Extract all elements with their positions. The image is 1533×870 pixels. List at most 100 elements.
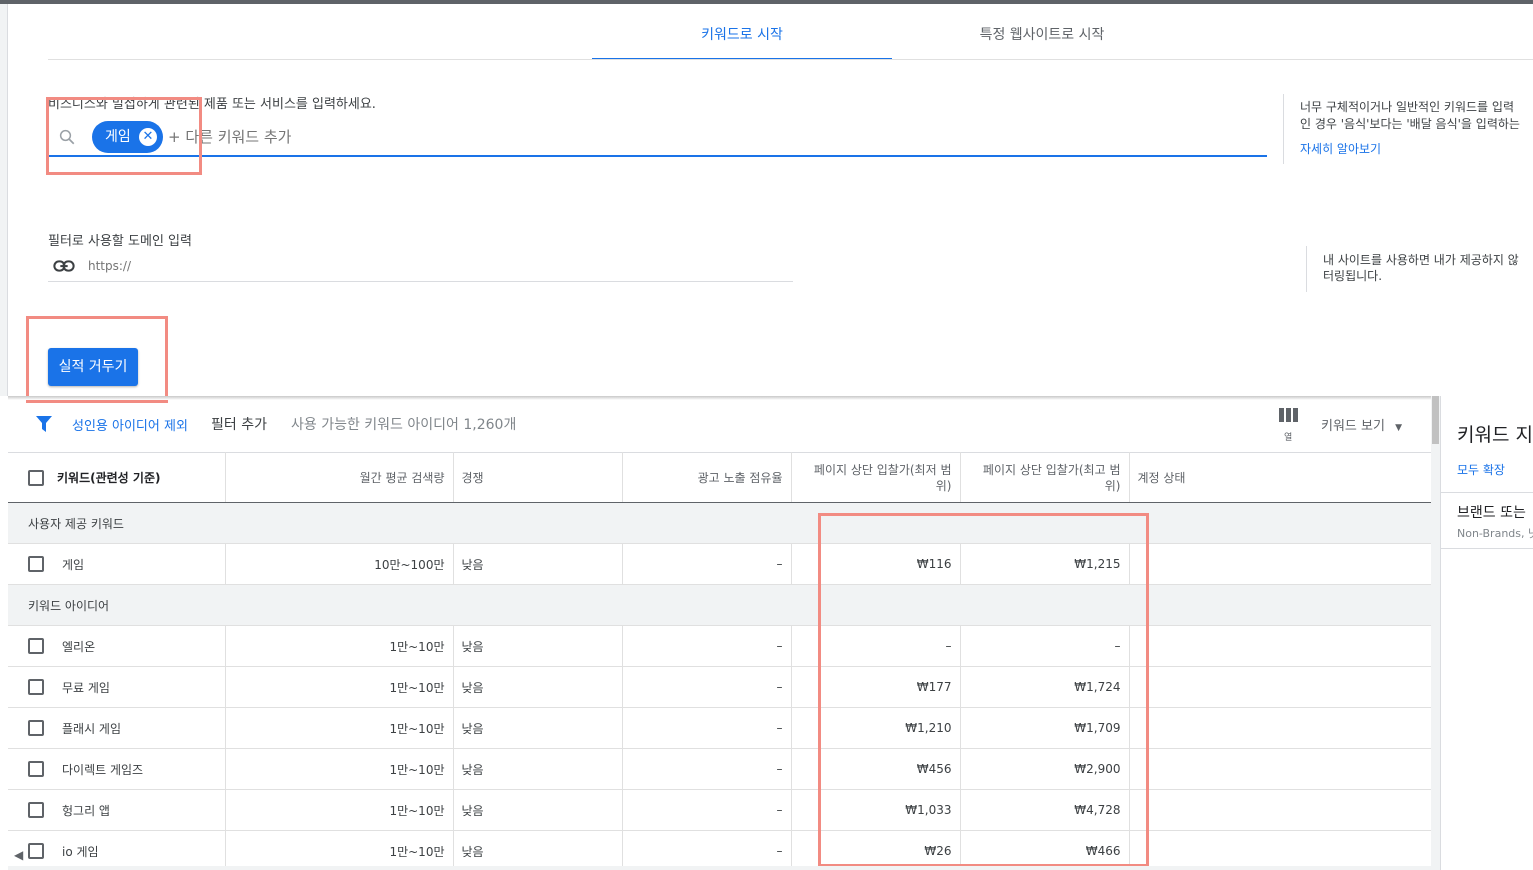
- table-row: 무료 게임 1만~10만 낮음 – ₩177 ₩1,724: [8, 666, 1432, 708]
- volume-cell: 1만~10만: [225, 707, 454, 749]
- group-label: 키워드 아이디어: [8, 584, 1431, 626]
- share-cell: –: [622, 748, 792, 790]
- status-cell: [1129, 707, 1432, 749]
- horizontal-scrollbar[interactable]: [8, 866, 1433, 870]
- status-cell: [1129, 543, 1432, 585]
- filter-icon[interactable]: [36, 416, 52, 432]
- highlight-bid-columns-box: [818, 513, 1149, 867]
- competition-cell: 낮음: [453, 625, 623, 667]
- learn-more-link[interactable]: 자세히 알아보기: [1300, 140, 1381, 157]
- keyword-table: 키워드(관련성 기준) 월간 평균 검색량 경쟁 광고 노출 점유율 페이지 상…: [8, 452, 1432, 870]
- volume-cell: 1만~10만: [225, 748, 454, 790]
- keyword-cell: 무료 게임: [62, 680, 110, 695]
- row-checkbox[interactable]: [28, 843, 44, 859]
- volume-cell: 10만~100만: [225, 543, 454, 585]
- keyword-cell: 헝그리 앱: [62, 803, 110, 818]
- share-cell: –: [622, 666, 792, 708]
- competition-cell: 낮음: [453, 789, 623, 831]
- share-cell: –: [622, 830, 792, 870]
- header-competition[interactable]: 경쟁: [453, 452, 623, 503]
- share-cell: –: [622, 789, 792, 831]
- row-checkbox[interactable]: [28, 638, 44, 654]
- right-panel-title: 키워드 지: [1457, 424, 1533, 446]
- domain-hint-line1: 내 사이트를 사용하면 내가 제공하지 않: [1323, 253, 1519, 267]
- volume-cell: 1만~10만: [225, 830, 454, 870]
- table-row: 헝그리 앱 1만~10만 낮음 – ₩1,033 ₩4,728: [8, 789, 1432, 831]
- row-checkbox[interactable]: [28, 679, 44, 695]
- status-cell: [1129, 830, 1432, 870]
- keyword-cell: 엘리온: [62, 639, 96, 654]
- share-cell: –: [622, 707, 792, 749]
- group-row-keyword-ideas: 키워드 아이디어: [8, 584, 1431, 626]
- volume-cell: 1만~10만: [225, 666, 454, 708]
- chevron-down-icon: ▼: [1395, 423, 1402, 433]
- row-checkbox[interactable]: [28, 720, 44, 736]
- status-cell: [1129, 789, 1432, 831]
- keyword-hint-line2: 인 경우 '음식'보다는 '배달 음식'을 입력하는: [1300, 117, 1520, 131]
- columns-label: 열: [1284, 433, 1293, 443]
- table-row: 플래시 게임 1만~10만 낮음 – ₩1,210 ₩1,709: [8, 707, 1432, 749]
- table-header-row: 키워드(관련성 기준) 월간 평균 검색량 경쟁 광고 노출 점유율 페이지 상…: [8, 452, 1432, 503]
- header-keyword-label: 키워드(관련성 기준): [57, 470, 161, 485]
- right-panel-divider: [1441, 492, 1533, 493]
- status-cell: [1129, 625, 1432, 667]
- header-bid-high[interactable]: 페이지 상단 입찰가(최고 범위): [960, 452, 1130, 503]
- competition-cell: 낮음: [453, 707, 623, 749]
- header-volume[interactable]: 월간 평균 검색량: [225, 452, 454, 503]
- group-row-user-keywords: 사용자 제공 키워드: [8, 502, 1431, 544]
- domain-label: 필터로 사용할 도메인 입력: [48, 234, 192, 249]
- select-all-checkbox[interactable]: [28, 469, 44, 486]
- tab-website[interactable]: 특정 웹사이트로 시작: [892, 22, 1192, 60]
- domain-hint-divider: [1306, 246, 1307, 292]
- status-cell: [1129, 666, 1432, 708]
- table-row: 게임 10만~100만 낮음 – ₩116 ₩1,215: [8, 543, 1432, 585]
- domain-input[interactable]: [88, 257, 388, 275]
- keyword-input-underline: [48, 155, 1267, 157]
- window-top-bar: [0, 0, 1533, 4]
- share-cell: –: [622, 543, 792, 585]
- domain-hint-line2: 터링됩니다.: [1323, 269, 1383, 283]
- header-account-status[interactable]: 계정 상태: [1129, 452, 1432, 503]
- add-keyword-input[interactable]: [168, 126, 568, 148]
- brand-filter-title[interactable]: 브랜드 또는: [1457, 502, 1526, 522]
- header-impression-share[interactable]: 광고 노출 점유율: [622, 452, 792, 503]
- active-filter-adult[interactable]: 성인용 아이디어 제외: [72, 415, 188, 434]
- columns-icon[interactable]: [1279, 408, 1298, 422]
- left-edge: [0, 4, 8, 396]
- keyword-view-label: 키워드 보기: [1321, 419, 1385, 434]
- link-icon: [53, 260, 75, 272]
- keyword-hint-line1: 너무 구체적이거나 일반적인 키워드를 입력: [1300, 100, 1514, 114]
- keyword-cell: 플래시 게임: [62, 721, 122, 736]
- volume-cell: 1만~10만: [225, 625, 454, 667]
- row-checkbox[interactable]: [28, 802, 44, 818]
- right-panel-divider: [1441, 548, 1533, 549]
- vertical-scrollbar[interactable]: [1431, 396, 1440, 870]
- table-row: io 게임 1만~10만 낮음 – ₩26 ₩466: [8, 830, 1432, 870]
- header-keyword[interactable]: 키워드(관련성 기준): [8, 452, 226, 503]
- competition-cell: 낮음: [453, 830, 623, 870]
- expand-all-link[interactable]: 모두 확장: [1457, 461, 1505, 478]
- status-cell: [1129, 748, 1432, 790]
- tab-keywords[interactable]: 키워드로 시작: [592, 22, 892, 60]
- share-cell: –: [622, 625, 792, 667]
- keyword-view-dropdown[interactable]: 키워드 보기 ▼: [1321, 415, 1402, 434]
- hint-divider: [1283, 94, 1284, 164]
- domain-input-underline: [48, 281, 793, 282]
- keyword-cell: io 게임: [62, 844, 99, 859]
- brand-filter-subtitle: Non-Brands, 넛: [1457, 527, 1533, 540]
- competition-cell: 낮음: [453, 666, 623, 708]
- scroll-left-icon[interactable]: ◀: [14, 848, 23, 862]
- add-filter-button[interactable]: 필터 추가: [211, 414, 267, 434]
- header-bid-low[interactable]: 페이지 상단 입찰가(최저 범위): [791, 452, 961, 503]
- highlight-button-box: [26, 316, 168, 403]
- row-checkbox[interactable]: [28, 761, 44, 777]
- competition-cell: 낮음: [453, 748, 623, 790]
- keyword-cell: 다이렉트 게임즈: [62, 762, 144, 777]
- volume-cell: 1만~10만: [225, 789, 454, 831]
- highlight-keyword-box: [46, 97, 202, 175]
- table-row: 엘리온 1만~10만 낮음 – – –: [8, 625, 1432, 667]
- vertical-scrollbar-thumb[interactable]: [1432, 396, 1439, 444]
- row-checkbox[interactable]: [28, 556, 44, 572]
- keyword-idea-count: 사용 가능한 키워드 아이디어 1,260개: [291, 417, 517, 433]
- table-row: 다이렉트 게임즈 1만~10만 낮음 – ₩456 ₩2,900: [8, 748, 1432, 790]
